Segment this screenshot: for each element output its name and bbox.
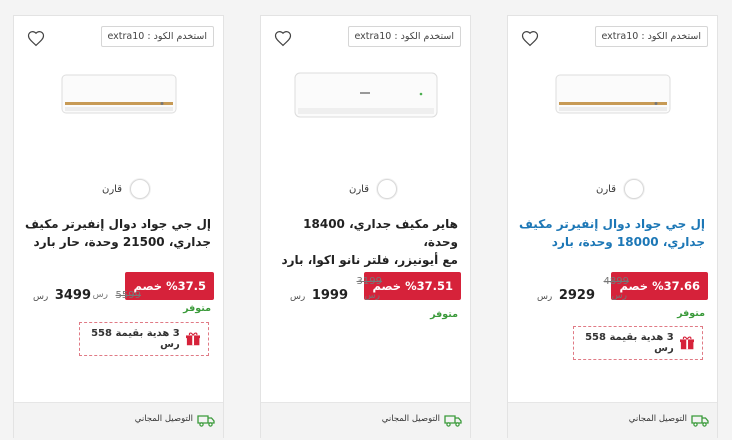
heart-icon[interactable] <box>521 30 539 48</box>
gift-icon <box>679 336 694 350</box>
delivery-label: التوصيل المجاني <box>628 414 687 424</box>
product-name-line: إل جي جواد دوال إنفيرتر مكيف <box>519 217 705 231</box>
gift-label: 3 هدية بقيمة 558 رس <box>91 328 180 350</box>
delivery-bar: التوصيل المجاني <box>261 402 470 440</box>
product-name-line: هاير مكيف جداري، 18400 وحدة، <box>303 217 458 249</box>
current-price: 3499 رس <box>33 288 91 303</box>
product-image[interactable] <box>294 72 438 122</box>
coupon-badge: استخدم الكود : extra10 <box>100 26 214 47</box>
delivery-bar: التوصيل المجاني <box>508 402 717 440</box>
price-value: 2929 <box>558 288 595 303</box>
product-name-link[interactable]: إل جي جواد دوال إنفيرتر مكيف جداري، 2150… <box>21 215 211 251</box>
compare-label: قارن <box>102 183 122 195</box>
gift-icon <box>185 332 200 346</box>
stock-status: متوفر <box>677 308 705 319</box>
coupon-badge: استخدم الكود : extra10 <box>594 26 708 47</box>
product-name-link[interactable]: إل جي جواد دوال إنفيرتر مكيف جداري، 1800… <box>515 215 705 251</box>
compare-toggle[interactable]: قارن <box>349 179 397 199</box>
truck-icon <box>197 415 215 427</box>
truck-icon <box>444 415 462 427</box>
compare-toggle[interactable]: قارن <box>596 179 644 199</box>
compare-checkbox[interactable] <box>130 179 150 199</box>
price-value: 3499 <box>54 288 91 303</box>
gift-label: 3 هدية بقيمة 558 رس <box>585 332 674 354</box>
product-name-line: جداري، 21500 وحدة، حار بارد <box>33 235 211 249</box>
product-card[interactable]: استخدم الكود : extra10 قارن هاير مكيف جد… <box>260 15 471 440</box>
product-card[interactable]: استخدم الكود : extra10 قارن إل جي جواد د… <box>507 15 718 440</box>
current-price: 1999 رس <box>290 288 348 303</box>
compare-toggle[interactable]: قارن <box>102 179 150 199</box>
gift-offer[interactable]: 3 هدية بقيمة 558 رس <box>573 326 703 360</box>
product-name-line: جداري، 18000 وحدة، بارد <box>551 235 705 249</box>
price-currency: رس <box>536 292 553 302</box>
compare-label: قارن <box>596 183 616 195</box>
current-price: 2929 رس <box>537 288 595 303</box>
heart-icon[interactable] <box>27 30 45 48</box>
old-price: 3199 <box>356 276 382 287</box>
product-image[interactable] <box>61 74 177 118</box>
heart-icon[interactable] <box>274 30 292 48</box>
product-image[interactable] <box>555 74 671 118</box>
gift-offer[interactable]: 3 هدية بقيمة 558 رس <box>79 322 209 356</box>
price-currency: رس <box>32 292 49 302</box>
coupon-badge: استخدم الكود : extra10 <box>347 26 461 47</box>
old-price-currency: رس <box>611 291 627 301</box>
price-value: 1999 <box>311 288 348 303</box>
delivery-label: التوصيل المجاني <box>134 414 193 424</box>
stock-status: متوفر <box>183 303 211 314</box>
old-price-currency: رس <box>364 291 380 301</box>
product-name-line: إل جي جواد دوال إنفيرتر مكيف <box>25 217 211 231</box>
compare-checkbox[interactable] <box>377 179 397 199</box>
old-price-currency: رس <box>92 290 108 300</box>
delivery-bar: التوصيل المجاني <box>14 402 223 440</box>
compare-label: قارن <box>349 183 369 195</box>
product-name-link[interactable]: هاير مكيف جداري، 18400 وحدة، مع أيونيزر،… <box>268 215 458 269</box>
product-name-line: مع أيونيزر، فلتر نانو اكوا، بارد <box>281 253 458 267</box>
old-price: 5599 <box>115 290 141 301</box>
price-currency: رس <box>289 292 306 302</box>
stock-status: متوفر <box>430 309 458 320</box>
old-price: 4899 <box>603 276 629 287</box>
compare-checkbox[interactable] <box>624 179 644 199</box>
delivery-label: التوصيل المجاني <box>381 414 440 424</box>
product-card[interactable]: استخدم الكود : extra10 قارن إل جي جواد د… <box>13 15 224 440</box>
truck-icon <box>691 415 709 427</box>
